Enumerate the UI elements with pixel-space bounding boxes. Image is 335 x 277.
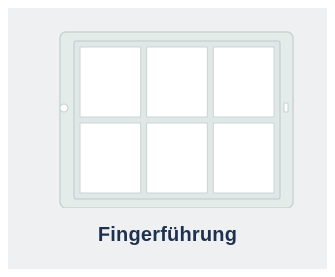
- product-title[interactable]: Fingerführung: [8, 224, 327, 247]
- product-card[interactable]: Fingerführung: [8, 8, 327, 269]
- keyguard-cell: [212, 122, 275, 194]
- keyguard-slot-right: [283, 102, 289, 113]
- keyguard-grid-icon: [59, 31, 294, 208]
- keyguard-cell: [146, 46, 208, 118]
- keyguard-cell: [212, 46, 275, 118]
- keyguard-hole-left: [59, 103, 69, 113]
- keyguard-cell: [79, 46, 142, 118]
- keyguard-cell: [79, 122, 142, 194]
- keyguard-cell: [146, 122, 208, 194]
